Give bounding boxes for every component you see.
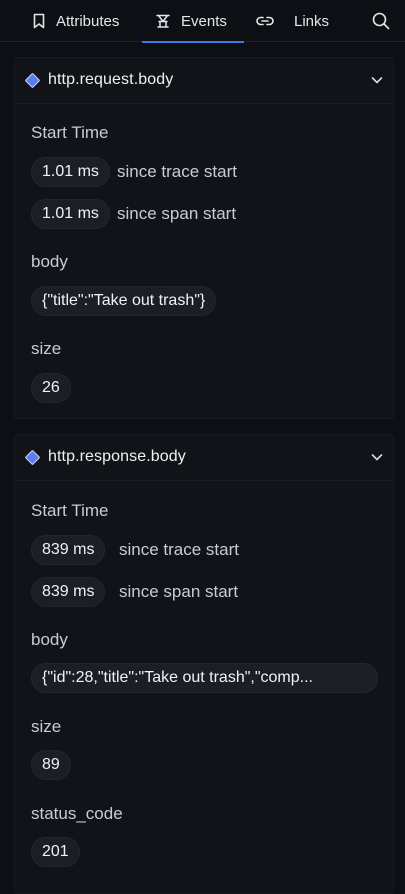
event-panel: http.response.body Start Time 839 ms sin… [14,434,394,894]
event-panel: http.request.body Start Time 1.01 ms sin… [14,57,394,419]
chevron-down-icon[interactable] [370,450,384,464]
event-marker-icon [24,449,41,466]
since-trace-value: 839 ms [31,535,106,565]
attribute-key: status_code [31,804,123,823]
attribute-value: 89 [31,750,71,780]
event-name: http.request.body [48,71,174,88]
search-icon [372,12,390,30]
event-name: http.response.body [48,448,186,465]
attribute-key: body [31,630,68,649]
bookmark-icon [33,13,45,29]
attribute-key: body [31,252,68,271]
chevron-down-icon[interactable] [370,73,384,87]
events-icon [156,14,170,28]
tab-label: Links [294,12,330,30]
attribute-value: {"title":"Take out trash"} [31,286,217,316]
attribute-value: 26 [31,373,71,403]
attribute-key: size [31,339,62,358]
event-header[interactable]: http.request.body [15,58,393,104]
event-marker-icon [24,72,41,89]
since-span-value: 1.01 ms [31,199,110,229]
attribute-value: {"id":28,"title":"Take out trash","comp.… [31,663,378,693]
active-tab-indicator [142,41,244,43]
since-span-value: 839 ms [31,577,106,607]
since-trace-label: since trace start [119,540,239,559]
start-time-label: Start Time [31,501,109,520]
start-time-label: Start Time [31,123,109,142]
attribute-key: size [31,717,62,736]
tab-events[interactable]: Events [142,0,244,43]
tab-bar: Attributes Events Links [0,0,405,43]
search-button[interactable] [371,11,391,31]
tab-label: Attributes [56,12,120,30]
since-span-label: since span start [117,204,237,223]
since-trace-label: since trace start [117,162,237,181]
tab-attributes[interactable]: Attributes [32,0,119,42]
tab-label: Events [181,12,227,30]
tab-links[interactable]: Links [256,0,329,42]
attribute-value: 201 [31,837,80,867]
event-header[interactable]: http.response.body [15,435,393,481]
link-icon [256,16,274,26]
since-span-label: since span start [119,582,239,601]
since-trace-value: 1.01 ms [31,157,110,187]
